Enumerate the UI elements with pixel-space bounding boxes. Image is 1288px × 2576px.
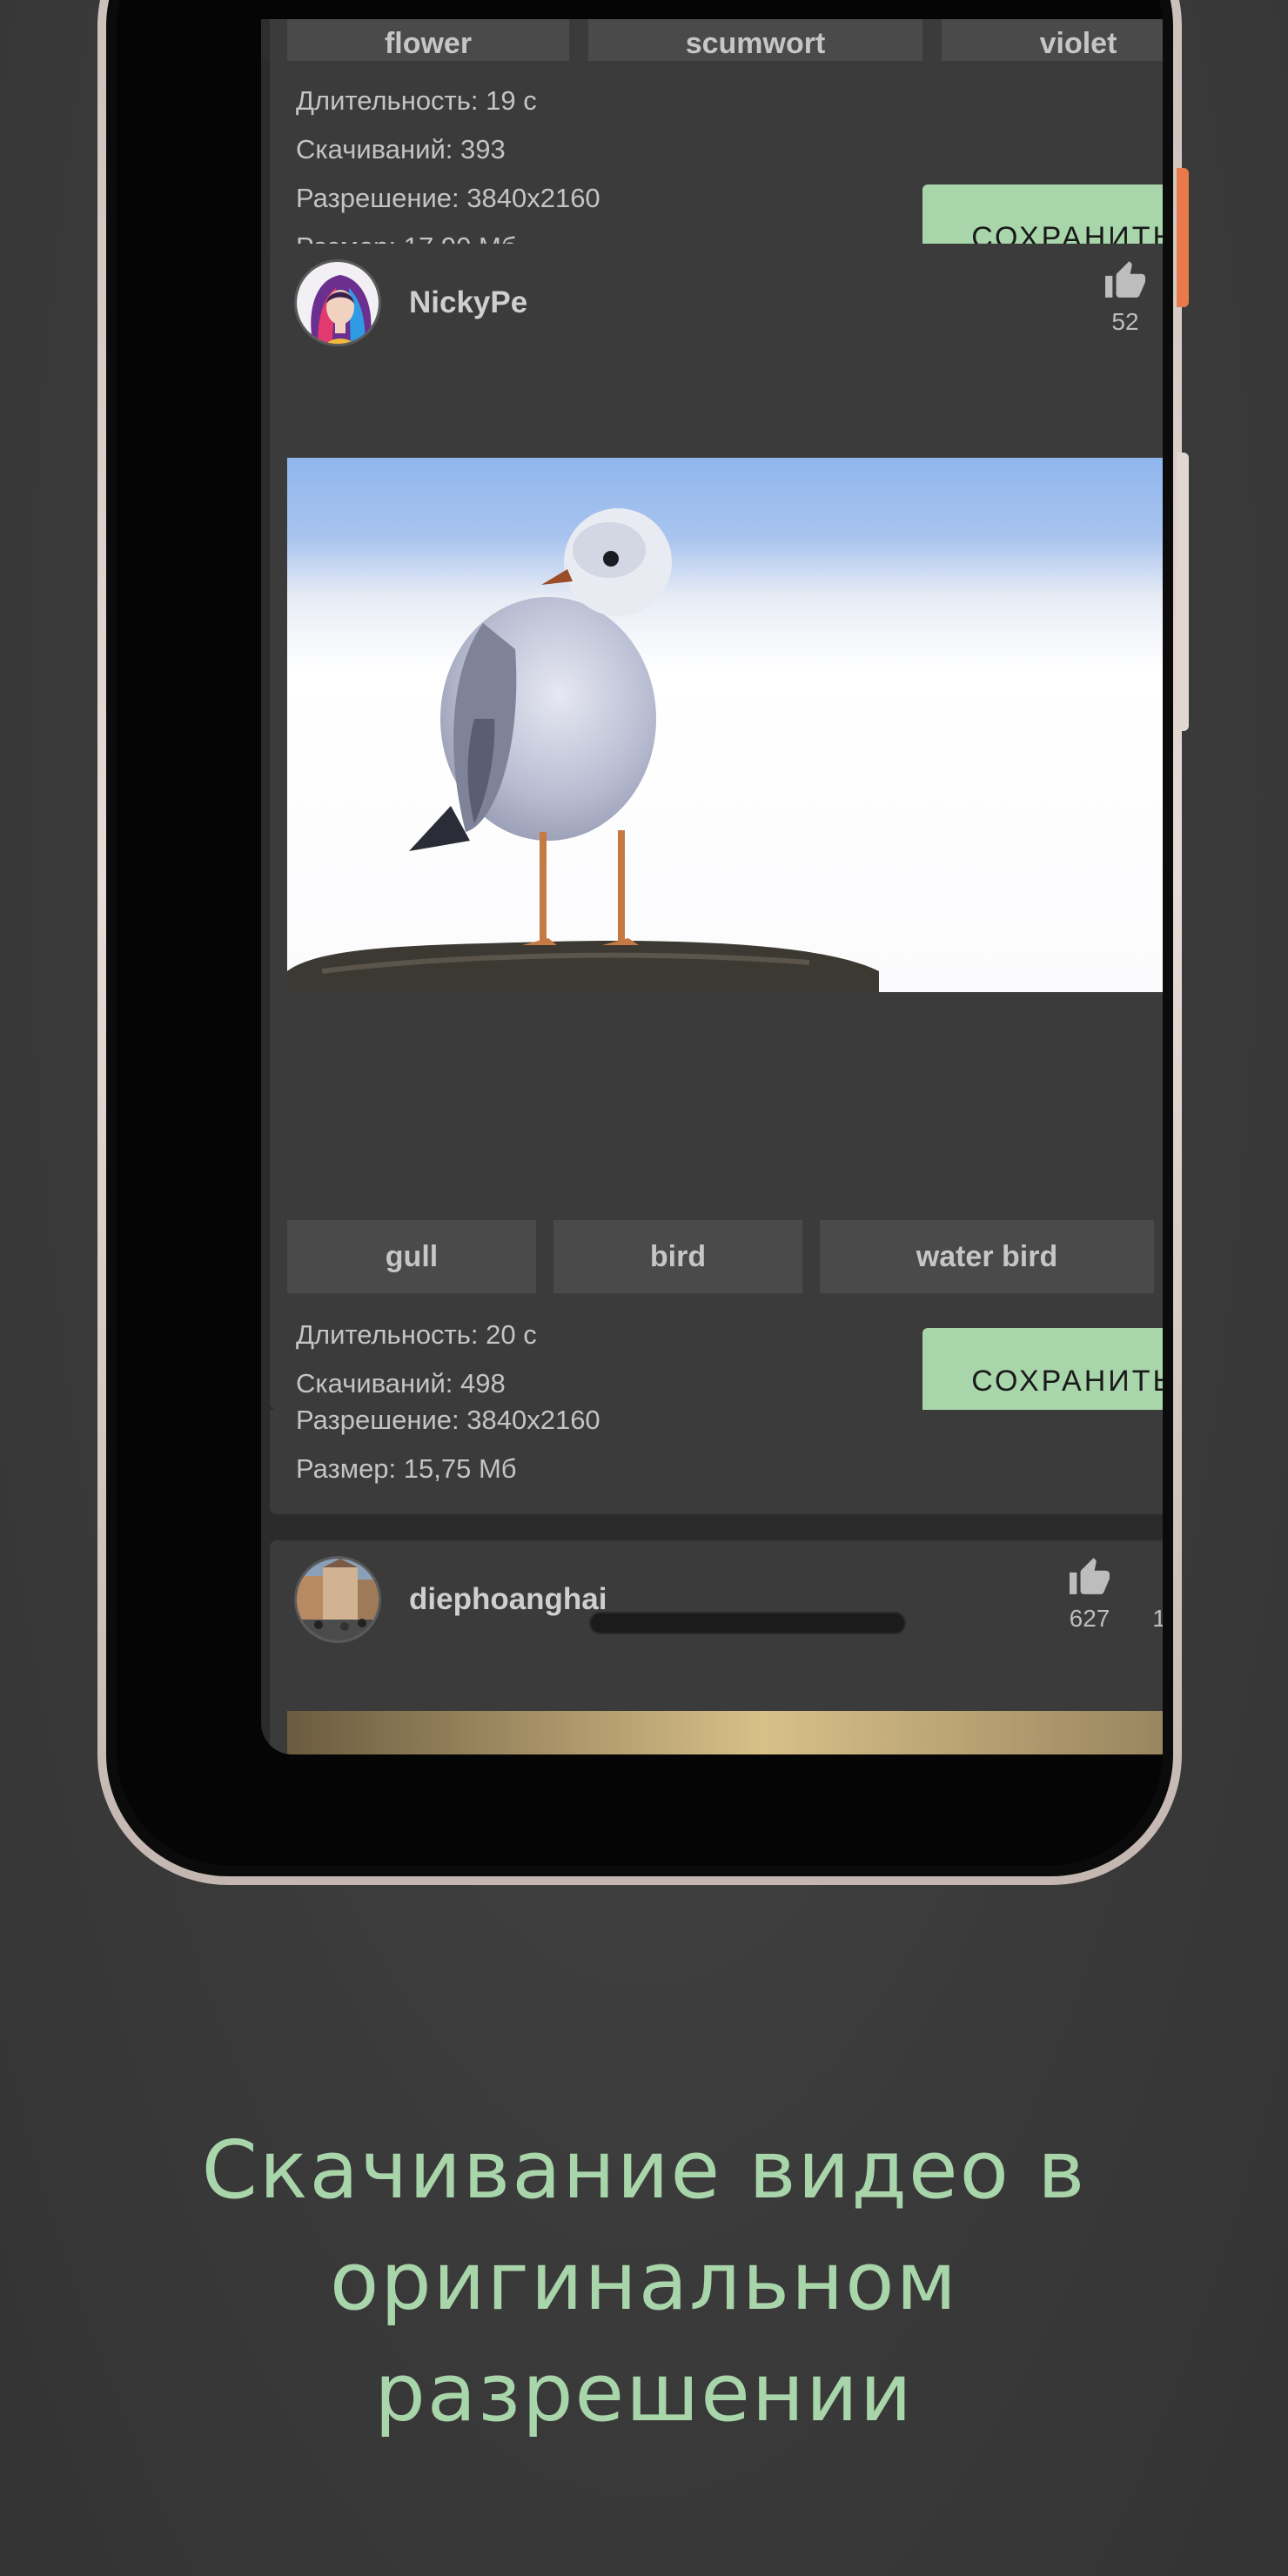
caption-line: разрешении <box>374 2346 914 2439</box>
resolution-text: Разрешение: 3840x2160 <box>296 1405 600 1435</box>
thumbs-up-icon <box>1037 1556 1142 1596</box>
app-screen: flower scumwort violet Длительность: 19 … <box>261 19 1163 1754</box>
username[interactable]: diephoanghai <box>409 1582 607 1617</box>
tag-chip[interactable]: flower <box>287 19 569 61</box>
phone-speaker <box>589 1612 906 1634</box>
downloads-text: Скачиваний: 393 <box>296 134 506 164</box>
phone-side-button <box>1177 453 1189 731</box>
downloads-text: Скачиваний: 498 <box>296 1368 506 1399</box>
size-text: Размер: 15,75 Мб <box>296 1453 517 1484</box>
tag-chip[interactable]: water bird <box>820 1220 1154 1293</box>
phone-side-button <box>1177 168 1189 307</box>
likes-stat[interactable]: 627 <box>1037 1556 1142 1633</box>
card-info-extra: Разрешение: 3840x2160 Размер: 15,75 Мб <box>270 1405 1163 1514</box>
video-thumbnail[interactable] <box>287 1711 1163 1754</box>
video-card: diephoanghai 627 196276 <box>270 1540 1163 1754</box>
duration-text: Длительность: 19 с <box>296 85 537 116</box>
tag-chip[interactable]: gull <box>287 1220 536 1293</box>
video-thumbnail[interactable] <box>287 458 1163 992</box>
promo-caption: Скачивание видео в оригинальном разрешен… <box>122 2115 1166 2449</box>
caption-line: Скачивание видео в <box>201 2123 1087 2217</box>
caption-line: оригинальном <box>330 2235 958 2328</box>
avatar[interactable] <box>294 1556 381 1643</box>
phone-frame: flower scumwort violet Длительность: 19 … <box>97 0 1182 1885</box>
eye-icon <box>1137 1556 1163 1596</box>
phone-inner: flower scumwort violet Длительность: 19 … <box>106 0 1173 1876</box>
views-count: 196276 <box>1152 1605 1163 1632</box>
likes-stat[interactable]: 52 <box>1077 259 1163 336</box>
duration-text: Длительность: 20 с <box>296 1319 537 1350</box>
tag-chip[interactable]: violet <box>942 19 1163 61</box>
tag-chip[interactable]: scumwort <box>588 19 922 61</box>
views-stat: 196276 <box>1137 1556 1163 1633</box>
likes-count: 52 <box>1111 308 1139 335</box>
thumbs-up-icon <box>1077 259 1163 299</box>
avatar[interactable] <box>294 259 381 346</box>
username[interactable]: NickyPe <box>409 285 527 320</box>
tag-chip[interactable]: bird <box>553 1220 802 1293</box>
likes-count: 627 <box>1069 1605 1110 1632</box>
video-card: NickyPe 52 1393 <box>270 244 1163 1434</box>
phone-bezel: flower scumwort violet Длительность: 19 … <box>117 0 1163 1866</box>
resolution-text: Разрешение: 3840x2160 <box>296 183 600 213</box>
